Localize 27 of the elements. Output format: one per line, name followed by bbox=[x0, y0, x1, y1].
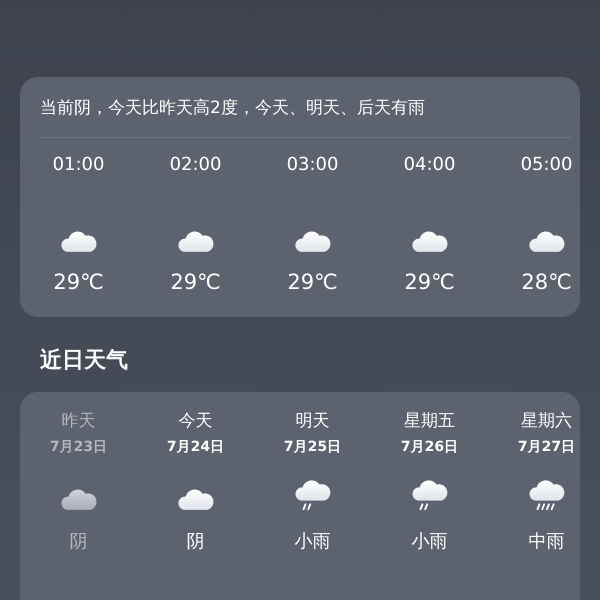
date-label: 7月24日 bbox=[166, 438, 224, 457]
day-label: 昨天 bbox=[62, 410, 96, 433]
hour-time: 04:00 bbox=[404, 153, 456, 177]
hour-time: 03:00 bbox=[286, 153, 338, 177]
hour-temperature: 29℃ bbox=[287, 269, 338, 296]
section-title: 近日天气 bbox=[40, 347, 129, 375]
hour-time: 02:00 bbox=[170, 153, 222, 177]
day-label: 星期六 bbox=[521, 410, 572, 433]
weather-condition: 阴 bbox=[70, 530, 88, 554]
hour-temperature: 29℃ bbox=[404, 269, 455, 296]
date-label: 7月27日 bbox=[518, 438, 576, 457]
weather-condition: 小雨 bbox=[294, 530, 330, 554]
day-label: 今天 bbox=[178, 410, 212, 433]
weather-summary: 当前阴，今天比昨天高2度，今天、明天、后天有雨 bbox=[39, 97, 426, 120]
day-label: 明天 bbox=[296, 410, 330, 433]
weather-condition: 中雨 bbox=[528, 530, 564, 554]
weather-condition: 阴 bbox=[186, 530, 204, 554]
hour-temperature: 29℃ bbox=[53, 269, 104, 296]
hour-time: 01:00 bbox=[52, 153, 104, 177]
date-label: 7月26日 bbox=[400, 438, 458, 457]
date-label: 7月23日 bbox=[50, 438, 108, 457]
hour-temperature: 28℃ bbox=[521, 269, 572, 296]
hour-temperature: 29℃ bbox=[170, 269, 221, 296]
hour-time: 05:00 bbox=[520, 153, 572, 177]
day-label: 星期五 bbox=[404, 410, 455, 433]
date-label: 7月25日 bbox=[284, 438, 342, 457]
weather-condition: 小雨 bbox=[412, 530, 448, 554]
